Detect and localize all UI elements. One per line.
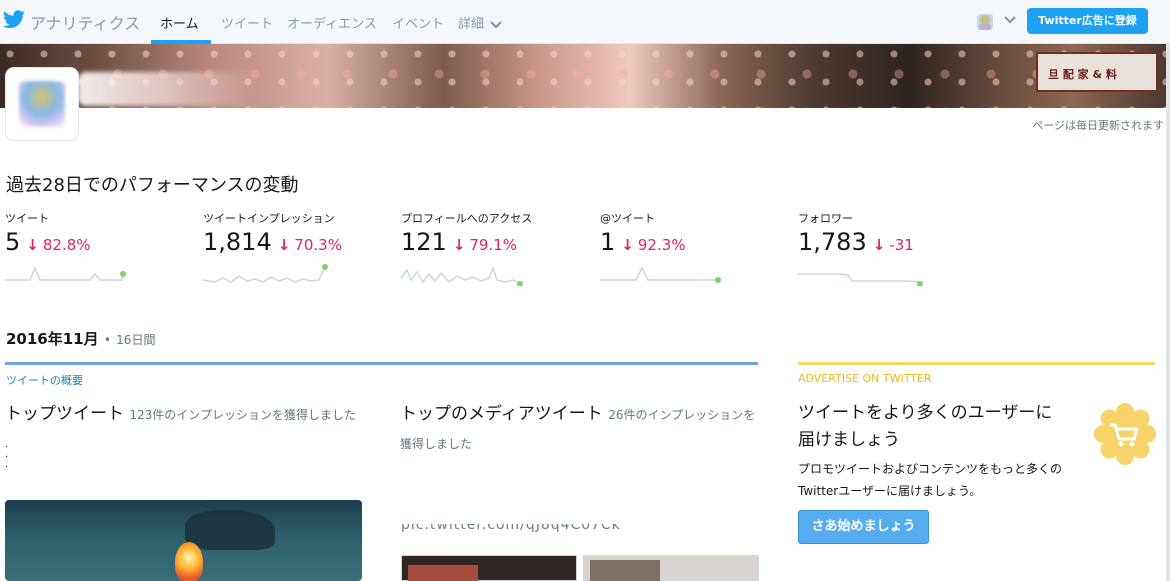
nav-audience[interactable]: オーディエンス: [287, 13, 377, 32]
stat-sparkline: [401, 265, 523, 286]
arrow-down-icon: ↓: [26, 236, 39, 254]
stat-followers[interactable]: フォロワー 1,783 ↓ -31: [798, 210, 988, 300]
stat-label: フォロワー: [798, 212, 853, 225]
brand-title[interactable]: アナリティクス: [30, 10, 140, 34]
get-started-button[interactable]: さあ始めましょう: [798, 510, 929, 544]
stat-sparkline: [5, 266, 126, 281]
stat-label: ツイートインプレッション: [203, 212, 335, 225]
stat-change: 92.3%: [637, 236, 686, 254]
scrollbar[interactable]: [1166, 44, 1170, 581]
ad-section-label: ADVERTISE ON TWITTER: [798, 372, 932, 385]
stat-change: 79.1%: [469, 236, 518, 254]
stat-value: 121: [401, 228, 447, 256]
month-days: 16日間: [116, 333, 156, 347]
month-title: 2016年11月: [6, 330, 99, 348]
stat-value: 5: [5, 228, 21, 256]
stat-change: 70.3%: [294, 236, 342, 254]
stat-change: 82.8%: [42, 236, 91, 254]
top-tweet-sub: 123件のインプレッションを獲得しました: [129, 408, 356, 422]
update-note: ページは毎日更新されます: [1032, 119, 1164, 132]
performance-title: 過去28日でのパフォーマンスの変動: [6, 175, 299, 196]
image-tree: [185, 510, 275, 550]
stat-sparkline: [798, 273, 923, 286]
stat-sparkline: [203, 264, 328, 283]
stat-profile-visits[interactable]: プロフィールへのアクセス 121 ↓ 79.1%: [401, 210, 591, 300]
top-tweet-image[interactable]: [5, 500, 362, 581]
nav-more-label: 詳細: [458, 17, 485, 32]
stat-label: プロフィールへのアクセス: [401, 212, 533, 225]
top-nav: アナリティクス ホーム ツイート オーディエンス イベント 詳細 Twitter…: [0, 0, 1170, 44]
image-flame: [175, 542, 203, 581]
account-chevron-down-icon[interactable]: [1004, 15, 1016, 25]
arrow-down-icon: ↓: [277, 236, 291, 254]
arrow-down-icon: ↓: [621, 236, 634, 254]
stat-sparkline: [600, 266, 721, 283]
top-tweet-heading: トップツイート 123件のインプレッションを獲得しました: [5, 400, 365, 429]
top-media-link-text-cut[interactable]: pic.twitter.com/qJ8q4Co7Ck: [401, 524, 623, 538]
image-detail: [590, 560, 660, 581]
banner-sign: 旦 配 家 & 料: [1036, 52, 1158, 92]
stat-change: -31: [889, 236, 914, 254]
arrow-down-icon: ↓: [452, 236, 466, 254]
shopping-cart-icon: [1094, 403, 1156, 465]
stat-mentions[interactable]: @ツイート 1 ↓ 92.3%: [600, 210, 790, 300]
ad-headline: ツイートをより多くのユーザーに届けましょう: [798, 403, 1053, 451]
chevron-down-icon: [490, 20, 502, 29]
top-media-image-2[interactable]: [583, 555, 759, 581]
account-avatar[interactable]: [974, 10, 996, 34]
nav-home[interactable]: ホーム: [160, 13, 199, 32]
nav-more[interactable]: 詳細: [458, 13, 502, 32]
stat-tweets[interactable]: ツイート 5 ↓ 82.8%: [5, 210, 195, 300]
overview-section-label: ツイートの概要: [6, 374, 83, 387]
month-heading: 2016年11月 • 16日間: [6, 328, 155, 349]
overview-divider: [5, 362, 758, 365]
ad-divider: [798, 362, 1155, 365]
month-separator: •: [103, 333, 111, 347]
ad-body: プロモツイートおよびコンテンツをもっと多くのTwitterユーザーに届けましょう…: [798, 462, 1063, 498]
image-detail: [408, 565, 478, 581]
twitter-ads-signup-button[interactable]: Twitter広告に登録: [1027, 8, 1148, 34]
nav-tweets[interactable]: ツイート: [221, 13, 273, 32]
twitter-bird-icon[interactable]: [2, 10, 26, 30]
profile-avatar-image: [19, 81, 65, 127]
top-tweet-content-placeholder: ...: [5, 439, 9, 470]
nav-events[interactable]: イベント: [392, 13, 444, 32]
stat-value: 1,783: [798, 228, 867, 256]
stat-impressions[interactable]: ツイートインプレッション 1,814 ↓ 70.3%: [203, 210, 393, 300]
top-media-image-1[interactable]: [401, 555, 577, 581]
arrow-down-icon: ↓: [872, 236, 886, 254]
stat-label: ツイート: [5, 212, 49, 225]
profile-avatar[interactable]: [6, 68, 78, 140]
profile-name-redacted: [78, 72, 258, 106]
top-tweet-title: トップツイート: [5, 404, 124, 424]
stat-label: @ツイート: [600, 212, 655, 225]
stat-value: 1,814: [203, 228, 272, 256]
top-media-heading: トップのメディアツイート 26件のインプレッションを獲得しました: [400, 400, 760, 458]
stat-value: 1: [600, 228, 616, 256]
top-media-title: トップのメディアツイート: [400, 404, 603, 424]
